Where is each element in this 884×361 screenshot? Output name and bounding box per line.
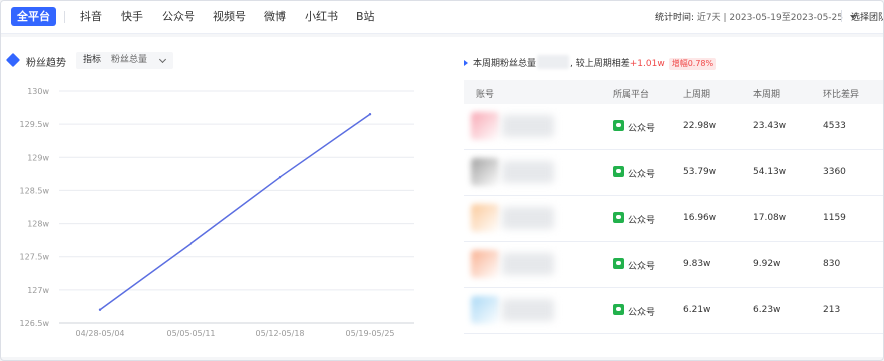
redacted-account-name xyxy=(502,253,554,275)
table-row[interactable]: 公众号 9.83w 9.92w 830 xyxy=(464,242,883,288)
tab-xiaohongshu[interactable]: 小红书 xyxy=(299,7,344,26)
trend-title: 粉丝趋势 xyxy=(26,58,66,69)
tab-bilibili[interactable]: B站 xyxy=(350,7,381,26)
y-tick-label: 127.5w xyxy=(20,253,50,262)
table-header: 账号 所属平台 上周期 本周期 环比差异 xyxy=(464,80,883,104)
platform-cell: 公众号 xyxy=(628,262,656,272)
prev-period-cell: 9.83w xyxy=(683,259,711,269)
table-row[interactable]: 公众号 16.96w 17.08w 1159 xyxy=(464,196,883,242)
table-row[interactable]: 公众号 6.21w 6.23w 213 xyxy=(464,288,883,334)
metric-value: 粉丝总量 xyxy=(111,55,148,65)
platform-cell: 公众号 xyxy=(628,216,656,226)
y-tick-label: 126.5w xyxy=(20,319,50,328)
diff-cell: 3360 xyxy=(823,167,846,177)
wechat-icon xyxy=(613,258,624,269)
col-platform: 所属平台 xyxy=(613,90,650,100)
data-point[interactable] xyxy=(278,175,282,179)
redacted-account-name xyxy=(502,299,554,321)
table-body: 公众号 22.98w 23.43w 4533 公众号 53.79w 54.13w 3360 公众… xyxy=(464,104,883,334)
avatar xyxy=(471,204,499,232)
summary-prefix: 本周期粉丝总量 xyxy=(473,59,537,69)
fans-trend-panel: 粉丝趋势 指标 粉丝总量 126.5w 127w 127.5w 128w 128.5w 1… xyxy=(1,37,883,357)
metric-label: 指标 xyxy=(83,55,102,65)
table-row[interactable]: 公众号 22.98w 23.43w 4533 xyxy=(464,104,883,150)
platform-toolbar: 全平台 抖音 快手 公众号 视频号 微博 小红书 B站 统计时间: 近7天 | … xyxy=(1,1,884,34)
redacted-account-name xyxy=(502,207,554,229)
triangle-right-icon xyxy=(464,60,468,66)
y-tick-label: 130w xyxy=(27,87,49,96)
fans-trend-chart: 126.5w 127w 127.5w 128w 128.5w 129w 129.5w 130w… xyxy=(20,87,414,337)
prev-period-cell: 22.98w xyxy=(683,121,717,131)
toolbar-divider xyxy=(841,10,842,22)
redacted-account-name xyxy=(502,115,554,137)
curr-period-cell: 9.92w xyxy=(753,259,781,269)
growth-badge: 增幅0.78% xyxy=(668,58,717,70)
accounts-table: 账号 所属平台 上周期 本周期 环比差异 公众号 22.98w 23.43w 4533… xyxy=(464,80,883,334)
prev-period-cell: 16.96w xyxy=(683,213,717,223)
diff-cell: 1159 xyxy=(823,213,846,223)
team-select-button[interactable]: 选择团队 xyxy=(851,10,884,23)
redacted-total xyxy=(537,55,570,69)
time-filter-dropdown[interactable]: 统计时间: 近7天 | 2023-05-19至2023-05-25 xyxy=(655,10,856,23)
avatar xyxy=(471,296,499,324)
avatar xyxy=(471,250,499,278)
platform-cell: 公众号 xyxy=(628,308,656,318)
diff-cell: 830 xyxy=(823,259,841,269)
tab-divider xyxy=(64,11,65,23)
tab-channels[interactable]: 视频号 xyxy=(207,7,252,26)
time-filter-label: 统计时间: xyxy=(655,13,695,23)
x-tick-label: 05/12-05/18 xyxy=(256,329,305,337)
time-filter-value: 近7天 | 2023-05-19至2023-05-25 xyxy=(696,13,844,23)
curr-period-cell: 23.43w xyxy=(753,121,787,131)
period-summary: 本周期粉丝总量 , 较上周期相差+1.01w 增幅0.78% xyxy=(464,55,717,70)
table-row[interactable]: 公众号 53.79w 54.13w 3360 xyxy=(464,150,883,196)
y-tick-label: 129w xyxy=(27,153,49,162)
data-point[interactable] xyxy=(98,308,102,311)
x-tick-label: 05/05-05/11 xyxy=(167,329,216,337)
chevron-down-icon xyxy=(158,55,167,64)
summary-middle: , 较上周期相差 xyxy=(570,59,630,69)
wechat-icon xyxy=(613,120,624,131)
curr-period-cell: 17.08w xyxy=(753,213,787,223)
diff-cell: 4533 xyxy=(823,121,846,131)
curr-period-cell: 54.13w xyxy=(753,167,787,177)
dashboard-frame: 全平台 抖音 快手 公众号 视频号 微博 小红书 B站 统计时间: 近7天 | … xyxy=(0,0,884,361)
y-tick-label: 128w xyxy=(27,220,49,229)
prev-period-cell: 53.79w xyxy=(683,167,717,177)
col-curr-period: 本周期 xyxy=(753,90,781,100)
tab-douyin[interactable]: 抖音 xyxy=(74,7,108,26)
x-tick-label: 05/19-05/25 xyxy=(346,329,395,337)
wechat-icon xyxy=(613,304,624,315)
redacted-account-name xyxy=(502,161,554,183)
series-line xyxy=(99,113,371,311)
wechat-icon xyxy=(613,212,624,223)
wechat-icon xyxy=(613,166,624,177)
y-tick-label: 129.5w xyxy=(20,120,50,129)
col-account: 账号 xyxy=(476,90,495,100)
data-point[interactable] xyxy=(189,242,193,245)
platform-cell: 公众号 xyxy=(628,124,656,134)
metric-select[interactable]: 指标 粉丝总量 xyxy=(76,52,173,69)
summary-delta: +1.01w xyxy=(629,59,665,69)
y-tick-label: 127w xyxy=(27,286,49,295)
tab-all-platforms[interactable]: 全平台 xyxy=(11,7,56,26)
x-tick-label: 04/28-05/04 xyxy=(76,329,125,337)
team-select-label: 选择团队 xyxy=(851,13,884,23)
diff-cell: 213 xyxy=(823,305,841,315)
tab-kuaishou[interactable]: 快手 xyxy=(115,7,149,26)
curr-period-cell: 6.23w xyxy=(753,305,781,315)
avatar xyxy=(471,158,499,186)
tab-weibo[interactable]: 微博 xyxy=(258,7,292,26)
diamond-icon xyxy=(5,52,21,68)
prev-period-cell: 6.21w xyxy=(683,305,711,315)
tab-official-account[interactable]: 公众号 xyxy=(156,7,201,26)
y-tick-label: 128.5w xyxy=(20,186,50,195)
col-prev-period: 上周期 xyxy=(683,90,711,100)
data-point[interactable] xyxy=(368,113,372,116)
avatar xyxy=(471,112,499,140)
col-diff: 环比差异 xyxy=(823,90,860,100)
platform-cell: 公众号 xyxy=(628,170,656,180)
